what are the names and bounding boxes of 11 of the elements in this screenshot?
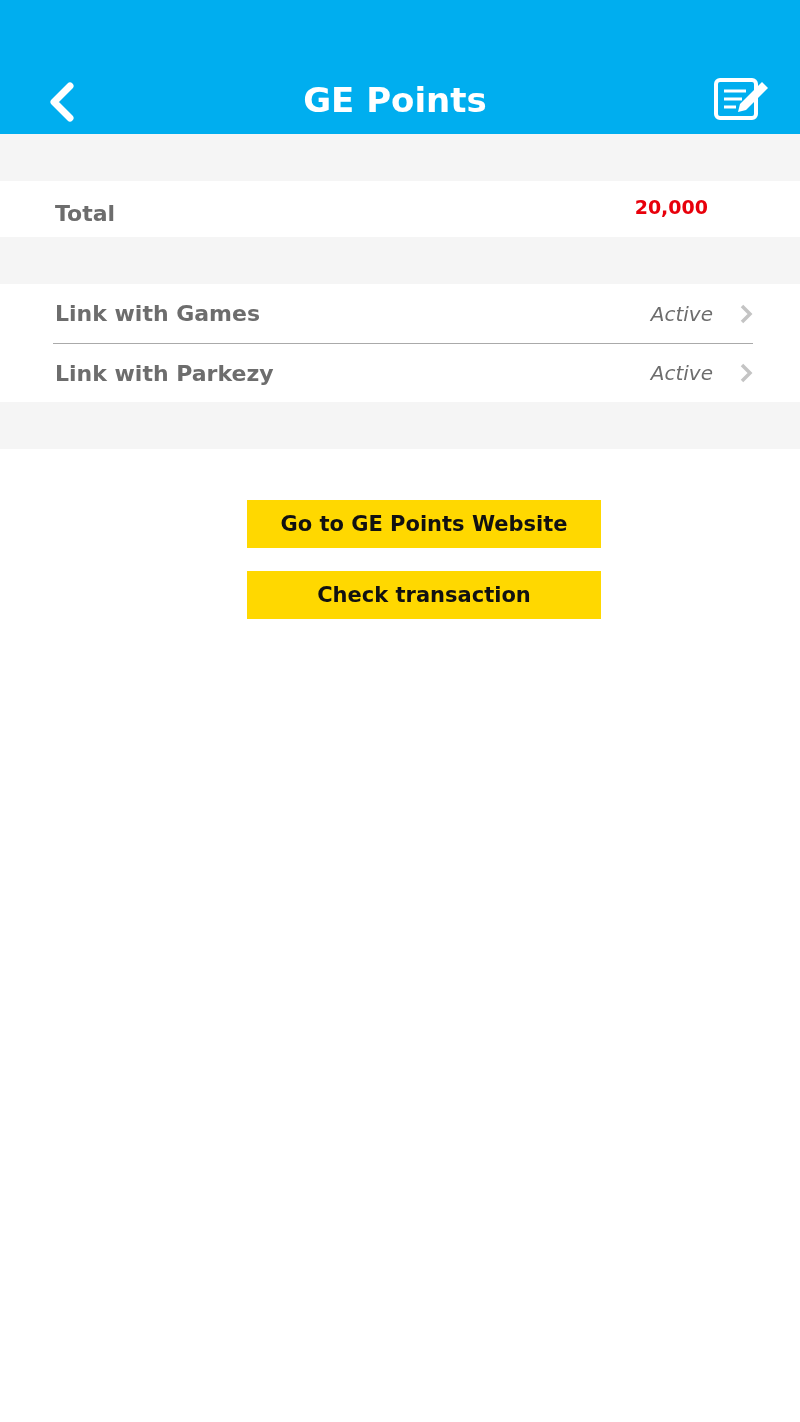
chevron-right-icon: [739, 362, 753, 384]
edit-icon[interactable]: [714, 78, 770, 122]
link-row[interactable]: Link with Games Active: [53, 284, 753, 344]
page-title: GE Points: [303, 80, 487, 120]
total-label: Total: [55, 200, 116, 226]
link-row[interactable]: Link with Parkezy Active: [53, 344, 753, 402]
action-button[interactable]: Check transaction: [247, 571, 601, 619]
chevron-right-icon: [739, 302, 753, 325]
action-button[interactable]: Go to GE Points Website: [247, 500, 601, 548]
total-value: 20,000: [634, 196, 708, 218]
back-icon[interactable]: [48, 82, 76, 122]
